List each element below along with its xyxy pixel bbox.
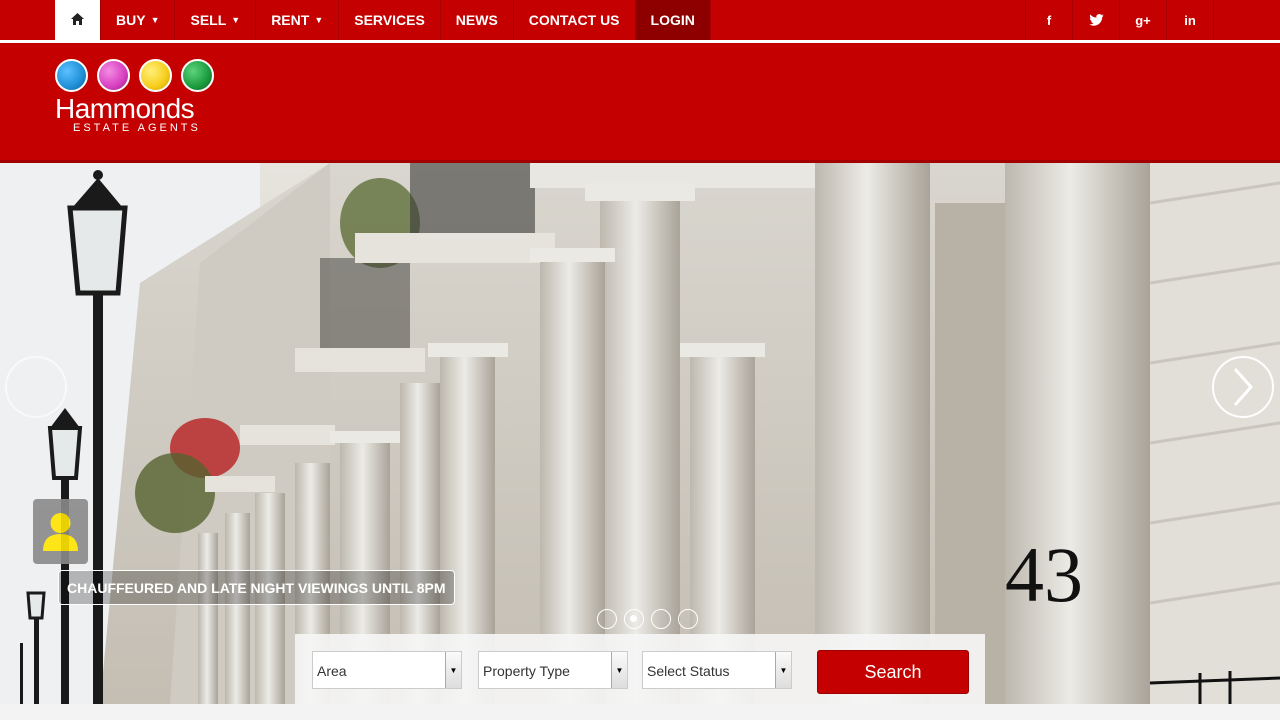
hero-slider: 43 CHAUFFEURED AND LATE NIGHT VIEWINGS U…: [0, 163, 1280, 704]
nav-sell-label: SELL: [190, 12, 227, 28]
house-number: 43: [1005, 531, 1083, 618]
linkedin-icon[interactable]: in: [1167, 0, 1214, 40]
nav-buy[interactable]: BUY ▼: [101, 0, 176, 40]
logo-dot-pink: [97, 59, 130, 92]
caret-down-icon: ▼: [314, 15, 324, 25]
property-type-select[interactable]: Property Type ▼: [478, 651, 628, 689]
nav-rent[interactable]: RENT ▼: [256, 0, 340, 40]
property-search-bar: Area ▼ Property Type ▼ Select Status ▼ S…: [295, 634, 985, 704]
twitter-icon[interactable]: [1073, 0, 1120, 40]
social-links: f g+ in: [1025, 0, 1214, 40]
nav-rent-label: RENT: [271, 12, 310, 28]
nav-services[interactable]: SERVICES: [339, 0, 441, 40]
nav-login-label: LOGIN: [650, 12, 695, 28]
nav-services-label: SERVICES: [354, 12, 425, 28]
area-select-value: Area: [317, 663, 347, 679]
main-menu: BUY ▼ SELL ▼ RENT ▼ SERVICES NEWS CONTACT U…: [55, 0, 711, 40]
slide-indicator-4[interactable]: [678, 609, 698, 629]
nav-home[interactable]: [55, 0, 101, 40]
home-icon: [71, 12, 84, 28]
nav-buy-label: BUY: [116, 12, 146, 28]
caret-down-icon: ▼: [231, 15, 241, 25]
brand-tagline: ESTATE AGENTS: [73, 122, 201, 134]
chevron-down-icon: ▼: [775, 652, 791, 688]
nav-sell[interactable]: SELL ▼: [175, 0, 257, 40]
logo-dot-green: [181, 59, 214, 92]
slide-caption: CHAUFFEURED AND LATE NIGHT VIEWINGS UNTI…: [58, 570, 455, 605]
nav-contact-label: CONTACT US: [528, 12, 620, 28]
facebook-icon[interactable]: f: [1026, 0, 1073, 40]
slide-indicator-1[interactable]: [597, 609, 617, 629]
site-header: Hammonds ESTATE AGENTS: [0, 43, 1280, 163]
slide-indicator-3[interactable]: [651, 609, 671, 629]
brand-name: Hammonds: [55, 93, 195, 124]
area-select[interactable]: Area ▼: [312, 651, 462, 689]
caret-down-icon: ▼: [150, 15, 160, 25]
nav-contact-us[interactable]: CONTACT US: [514, 0, 636, 40]
nav-news[interactable]: NEWS: [441, 0, 514, 40]
person-icon: [33, 499, 88, 564]
slider-indicators: [597, 609, 698, 629]
slider-prev-button[interactable]: [5, 356, 67, 418]
status-select[interactable]: Select Status ▼: [642, 651, 792, 689]
nav-login[interactable]: LOGIN: [635, 0, 711, 40]
search-button[interactable]: Search: [817, 650, 969, 694]
slider-next-button[interactable]: [1212, 356, 1274, 418]
chevron-right-icon: [1233, 368, 1254, 406]
chevron-down-icon: ▼: [611, 652, 627, 688]
logo-dots: [55, 59, 220, 92]
googleplus-icon[interactable]: g+: [1120, 0, 1167, 40]
top-navigation: BUY ▼ SELL ▼ RENT ▼ SERVICES NEWS CONTACT U…: [0, 0, 1280, 40]
logo-dot-blue: [55, 59, 88, 92]
slide-indicator-2[interactable]: [624, 609, 644, 629]
nav-news-label: NEWS: [455, 12, 498, 28]
logo-dot-yellow: [139, 59, 172, 92]
site-logo[interactable]: Hammonds ESTATE AGENTS: [55, 59, 220, 149]
chevron-down-icon: ▼: [445, 652, 461, 688]
property-type-select-value: Property Type: [483, 663, 570, 679]
status-select-value: Select Status: [647, 663, 730, 679]
